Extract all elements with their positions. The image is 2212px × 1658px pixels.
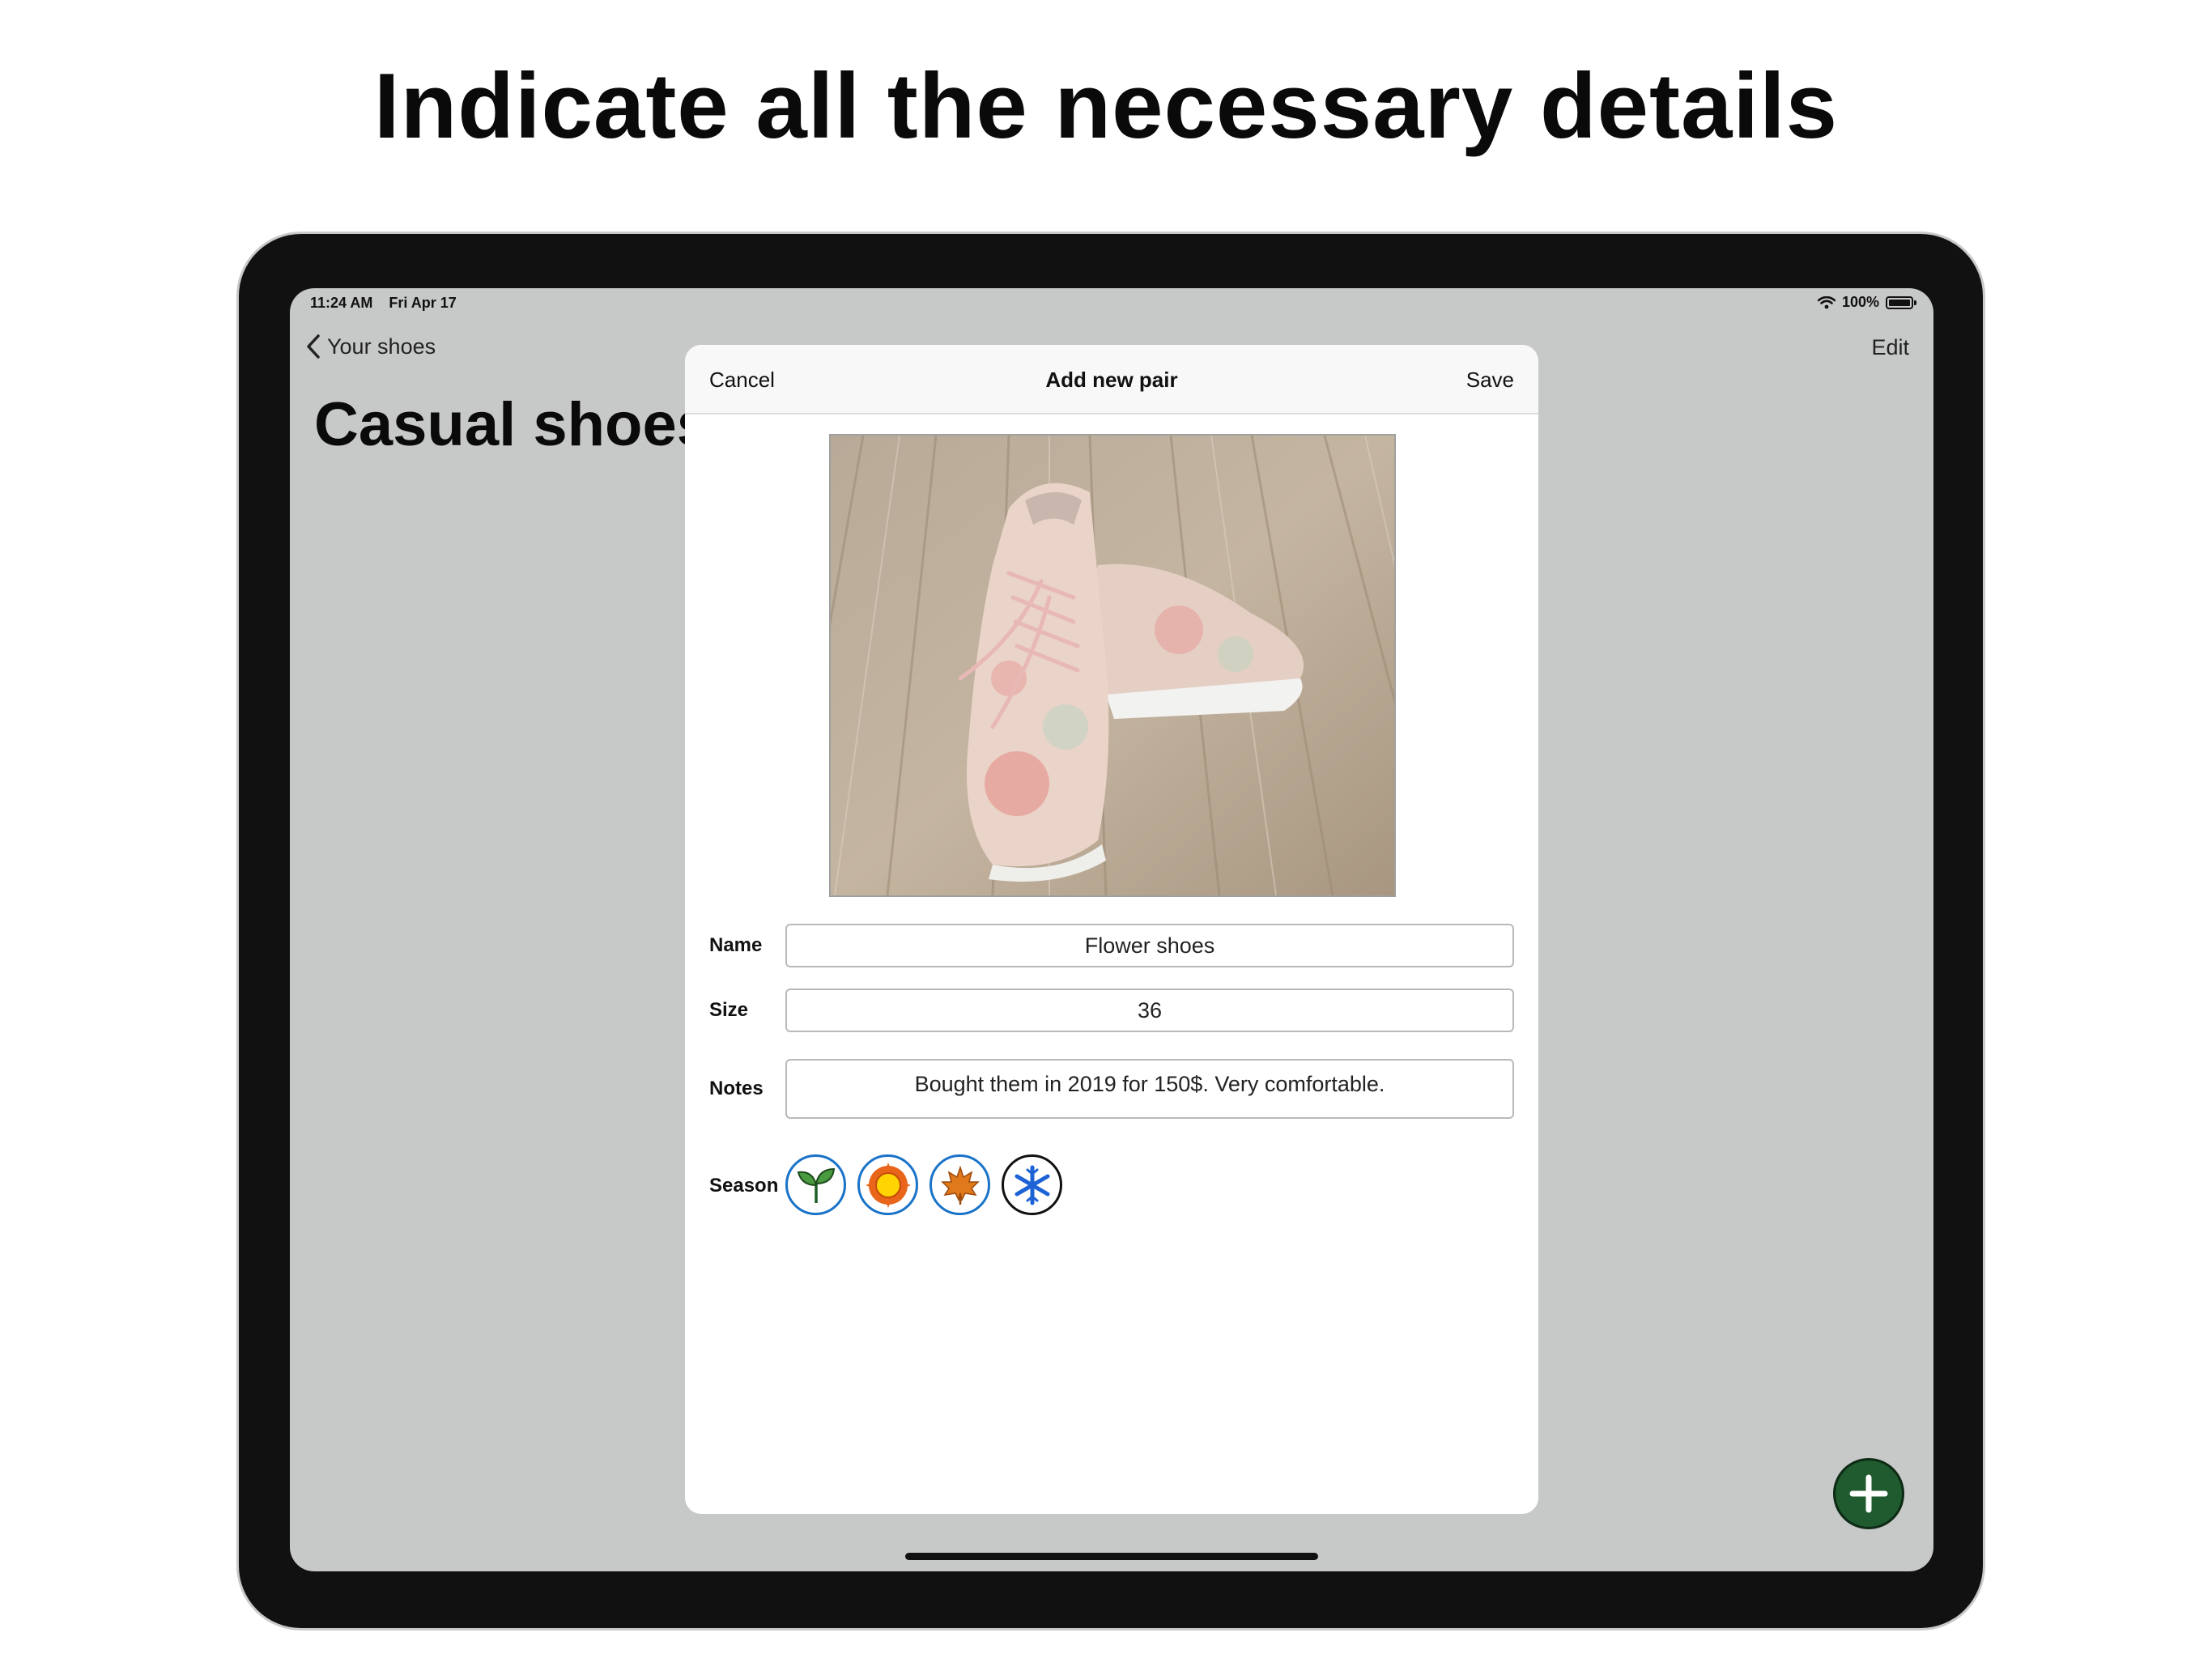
season-autumn-button[interactable] — [929, 1154, 990, 1215]
status-date-text: Fri Apr 17 — [389, 295, 457, 311]
size-field[interactable] — [785, 988, 1514, 1032]
shoe-photo[interactable] — [829, 434, 1396, 897]
headline: Indicate all the necessary details — [373, 55, 1839, 158]
add-pair-button[interactable] — [1833, 1458, 1904, 1529]
season-selector — [785, 1154, 1062, 1215]
name-field[interactable] — [785, 924, 1514, 967]
save-button[interactable]: Save — [1466, 368, 1514, 393]
status-time-text: 11:24 AM — [310, 295, 373, 311]
modal-title: Add new pair — [1045, 368, 1178, 392]
sprout-icon — [797, 1167, 835, 1203]
season-summer-button[interactable] — [857, 1154, 918, 1215]
modal-header: Cancel Add new pair Save — [685, 345, 1538, 414]
maple-leaf-icon — [940, 1165, 980, 1205]
notes-label: Notes — [709, 1078, 764, 1099]
season-label: Season — [709, 1175, 779, 1197]
season-spring-button[interactable] — [785, 1154, 846, 1215]
battery-percent: 100% — [1841, 294, 1879, 310]
status-time: 11:24 AM Fri Apr 17 — [310, 295, 457, 312]
season-winter-button[interactable] — [1002, 1154, 1062, 1215]
back-button-label: Your shoes — [327, 334, 436, 359]
sun-icon — [865, 1162, 911, 1208]
wifi-icon — [1817, 295, 1836, 308]
size-label: Size — [709, 999, 749, 1021]
add-pair-modal: Cancel Add new pair Save Name Flower sho… — [685, 345, 1538, 1514]
name-label: Name — [709, 934, 763, 956]
page-title: Casual shoes — [314, 390, 711, 459]
battery-icon — [1886, 295, 1916, 309]
chevron-left-icon — [307, 334, 320, 359]
plus-icon — [1849, 1474, 1888, 1513]
notes-field[interactable]: Bought them in 2019 for 150$. Very comfo… — [785, 1059, 1514, 1119]
back-button[interactable]: Your shoes — [306, 334, 436, 359]
home-indicator — [905, 1553, 1318, 1560]
edit-button[interactable]: Edit — [1871, 335, 1909, 360]
snowflake-icon — [1012, 1165, 1052, 1205]
status-right: 100% — [1817, 294, 1916, 311]
shoe-photo-image — [831, 436, 1394, 895]
